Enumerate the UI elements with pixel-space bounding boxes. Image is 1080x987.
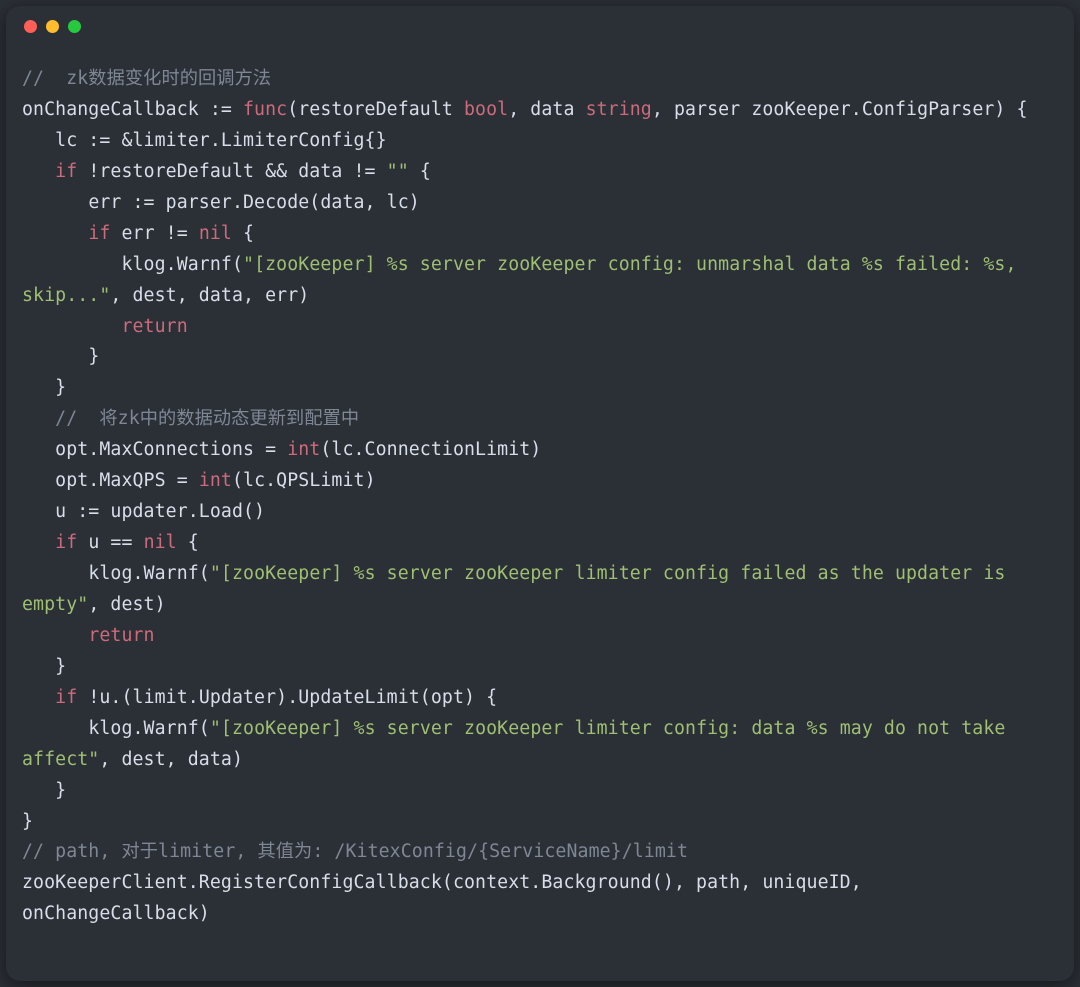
code-token: { [409,161,431,182]
code-token: klog.Warnf( [22,718,210,739]
keyword-nil: nil [144,532,177,553]
code-line: u := updater.Load() [22,501,265,522]
minimize-icon[interactable] [46,20,59,33]
code-line: } [22,377,66,398]
code-token: err != [110,223,198,244]
code-token: (lc.ConnectionLimit) [320,439,541,460]
code-token [22,316,121,337]
code-line: lc := &limiter.LimiterConfig{} [22,130,387,151]
keyword-return: return [121,316,187,337]
code-token: (restoreDefault [287,99,464,120]
code-token [22,687,55,708]
code-line: } [22,656,66,677]
code-token: !restoreDefault && data != [77,161,386,182]
code-token: , dest) [88,594,165,615]
code-token: , dest, data, err) [110,285,309,306]
code-line: } [22,780,66,801]
code-token: onChangeCallback := [22,99,243,120]
code-token: , data [508,99,585,120]
keyword-return: return [88,625,154,646]
close-icon[interactable] [24,20,37,33]
keyword-if: if [55,687,77,708]
keyword-if: if [55,161,77,182]
code-token: , parser zooKeeper.ConfigParser) { [652,99,1028,120]
code-comment: // zk数据变化时的回调方法 [22,68,271,89]
code-window: // zk数据变化时的回调方法 onChangeCallback := func… [6,6,1074,981]
code-token: !u.(limit.Updater).UpdateLimit(opt) { [77,687,497,708]
code-block: // zk数据变化时的回调方法 onChangeCallback := func… [6,46,1074,952]
code-token: klog.Warnf( [22,563,210,584]
code-token [22,532,55,553]
code-line: err := parser.Decode(data, lc) [22,192,420,213]
code-token: u == [77,532,143,553]
code-token: , dest, data) [99,749,243,770]
code-token [22,625,88,646]
type-int: int [199,470,232,491]
type-bool: bool [464,99,508,120]
string-literal: "" [387,161,409,182]
code-token: { [232,223,254,244]
code-token: klog.Warnf( [22,254,243,275]
zoom-icon[interactable] [68,20,81,33]
code-token: { [177,532,199,553]
keyword-nil: nil [199,223,232,244]
code-token: opt.MaxConnections = [22,439,287,460]
code-token: opt.MaxQPS = [22,470,199,491]
keyword-if: if [88,223,110,244]
keyword-if: if [55,532,77,553]
code-comment: // path, 对于limiter, 其值为: /KitexConfig/{S… [22,841,688,862]
code-line: } [22,811,33,832]
code-line: } [22,346,99,367]
type-int: int [287,439,320,460]
code-token: (lc.QPSLimit) [232,470,376,491]
code-line: zooKeeperClient.RegisterConfigCallback(c… [22,872,873,924]
code-token [22,223,88,244]
window-titlebar [6,6,1074,46]
keyword-func: func [243,99,287,120]
type-string: string [586,99,652,120]
code-token [22,161,55,182]
code-comment: // 将zk中的数据动态更新到配置中 [22,408,359,429]
